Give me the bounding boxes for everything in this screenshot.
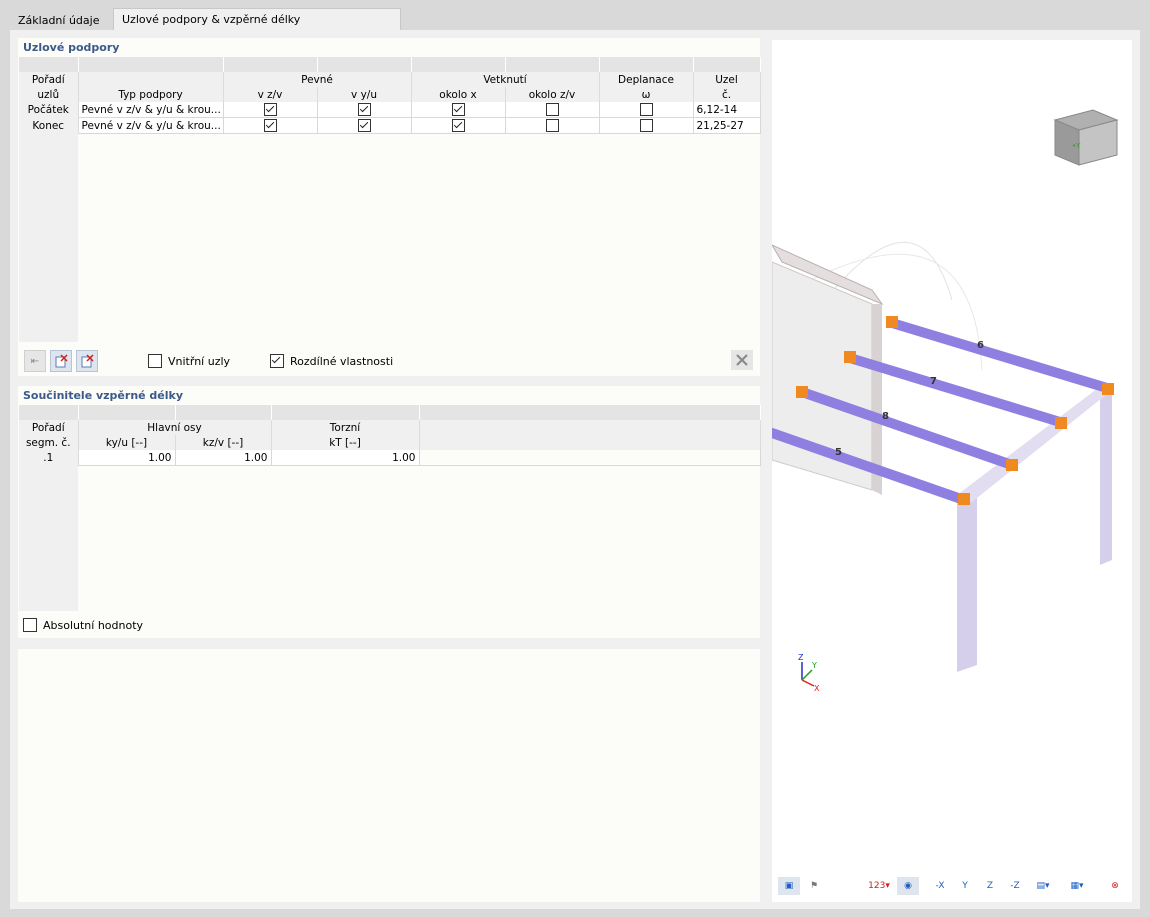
- view-neg-x-icon[interactable]: -X: [929, 877, 951, 895]
- col-node-subheader: č.: [693, 87, 761, 102]
- kz-cell[interactable]: 1.00: [175, 450, 272, 466]
- row-header-strip: [19, 131, 78, 342]
- axis-y-label: Y: [811, 661, 817, 670]
- nodal-supports-toolbar: ⇤: [24, 350, 102, 372]
- tab-basic-data[interactable]: Základní údaje: [10, 10, 128, 30]
- buckling-table: Pořadí Hlavní osy Torzní segm. č. ky/u […: [19, 405, 761, 466]
- view-display-icon[interactable]: ▣: [778, 877, 800, 895]
- table-row[interactable]: Počátek Pevné v z/v & y/u & krou... 6,12…: [19, 102, 761, 118]
- axis-z-label: Z: [798, 653, 804, 662]
- col-fixed-header: Pevné: [223, 72, 412, 87]
- rot-z-checkbox[interactable]: [545, 103, 559, 116]
- rot-x-checkbox[interactable]: [451, 119, 465, 132]
- warping-checkbox[interactable]: [639, 103, 653, 116]
- col-rot-z-header: okolo z/v: [505, 87, 600, 102]
- member-label: 6: [977, 340, 984, 351]
- absolute-values-checkbox[interactable]: [23, 618, 37, 632]
- visibility-icon[interactable]: ◉: [897, 877, 919, 895]
- render-mode-icon[interactable]: ▤▾: [1028, 877, 1058, 895]
- absolute-values-option[interactable]: Absolutní hodnoty: [23, 618, 143, 632]
- view-cube-icon[interactable]: •Y: [1053, 109, 1119, 166]
- axis-triad-icon: Z Y X: [798, 653, 820, 693]
- member-label: 5: [835, 447, 842, 458]
- delete-all-icon[interactable]: [76, 350, 98, 372]
- fixed-vy-checkbox[interactable]: [357, 103, 371, 116]
- view-neg-z-icon[interactable]: -Z: [1004, 877, 1026, 895]
- close-panel-button[interactable]: [731, 350, 753, 370]
- numbering-icon[interactable]: 123▾: [864, 877, 894, 895]
- iso-view-icon[interactable]: ▦▾: [1062, 877, 1092, 895]
- nodal-supports-table: Pořadí Pevné Vetknutí Deplanace Uzel uzl…: [19, 57, 761, 134]
- nodal-supports-title: Uzlové podpory: [23, 41, 120, 54]
- col-order-subheader: uzlů: [19, 87, 79, 102]
- col-node-header: Uzel: [693, 72, 761, 87]
- node-cell[interactable]: 21,25-27: [693, 117, 761, 134]
- col-warping-symbol: ω: [599, 87, 694, 102]
- col-main-axes-header: Hlavní osy: [78, 420, 272, 435]
- row-header-strip: [19, 464, 78, 611]
- dialog-content: Uzlové podpory Pořadí Pevné Vetknutí Dep…: [10, 30, 1140, 909]
- fixed-vy-checkbox[interactable]: [357, 119, 371, 132]
- rot-x-checkbox[interactable]: [451, 103, 465, 116]
- reset-view-icon[interactable]: ⊗: [1104, 877, 1126, 895]
- col-restraint-header: Vetknutí: [411, 72, 600, 87]
- fixed-vz-checkbox[interactable]: [263, 119, 277, 132]
- col-ky-header: ky/u [--]: [78, 435, 176, 450]
- inner-nodes-option[interactable]: Vnitřní uzly: [148, 354, 230, 368]
- view-y-icon[interactable]: Y: [954, 877, 976, 895]
- col-fixed-vy-header: v y/u: [317, 87, 412, 102]
- axis-x-label: X: [814, 684, 820, 693]
- inner-nodes-label: Vnitřní uzly: [168, 354, 231, 368]
- col-fixed-vz-header: v z/v: [223, 87, 318, 102]
- ky-cell[interactable]: 1.00: [78, 450, 176, 466]
- col-segment-order-header: Pořadí: [19, 420, 79, 435]
- col-warping-header: Deplanace: [599, 72, 694, 87]
- model-3d-view[interactable]: •Y 6 7 8 5 Z Y X ▣ ⚑ 123▾ ◉ -X Y Z -Z ▤▾…: [767, 40, 1132, 902]
- col-segment-order-subheader: segm. č.: [19, 435, 79, 450]
- svg-text:•Y: •Y: [1072, 142, 1081, 150]
- tab-nodal-supports-buckling[interactable]: Uzlové podpory & vzpěrné délky: [113, 8, 401, 30]
- different-properties-option[interactable]: Rozdílné vlastnosti: [270, 354, 393, 368]
- rot-z-checkbox[interactable]: [545, 119, 559, 132]
- col-order-header: Pořadí: [19, 72, 79, 87]
- col-torsion-header: Torzní: [271, 420, 420, 435]
- support-type-cell[interactable]: Pevné v z/v & y/u & krou...: [78, 102, 224, 118]
- close-icon: [736, 354, 748, 366]
- member-label: 7: [930, 376, 937, 387]
- table-row[interactable]: .1 1.00 1.00 1.00: [19, 450, 761, 466]
- import-nodes-icon[interactable]: ⇤: [24, 350, 46, 372]
- absolute-values-label: Absolutní hodnoty: [43, 618, 144, 632]
- support-type-cell[interactable]: Pevné v z/v & y/u & krou...: [78, 117, 224, 134]
- warping-checkbox[interactable]: [639, 119, 653, 132]
- col-type-header: Typ podpory: [78, 87, 224, 102]
- model-graphic: •Y 6 7 8 5 Z Y X: [767, 109, 1119, 693]
- table-row[interactable]: Konec Pevné v z/v & y/u & krou... 21,25-…: [19, 117, 761, 134]
- row-order-label: Počátek: [19, 102, 79, 118]
- buckling-title: Součinitele vzpěrné délky: [23, 389, 184, 402]
- delete-row-icon[interactable]: [50, 350, 72, 372]
- node-cell[interactable]: 6,12-14: [693, 102, 761, 118]
- member-label: 8: [882, 411, 889, 422]
- inner-nodes-checkbox[interactable]: [148, 354, 162, 368]
- col-kt-header: kT [--]: [271, 435, 420, 450]
- fixed-vz-checkbox[interactable]: [263, 103, 277, 116]
- view-info-icon[interactable]: ⚑: [804, 877, 824, 895]
- view-z-icon[interactable]: Z: [979, 877, 1001, 895]
- col-rot-x-header: okolo x: [411, 87, 506, 102]
- different-properties-label: Rozdílné vlastnosti: [290, 354, 394, 368]
- kt-cell[interactable]: 1.00: [271, 450, 420, 466]
- buckling-panel: Součinitele vzpěrné délky Pořadí Hlavní …: [18, 386, 761, 638]
- different-properties-checkbox[interactable]: [270, 354, 284, 368]
- col-kz-header: kz/v [--]: [175, 435, 272, 450]
- nodal-supports-panel: Uzlové podpory Pořadí Pevné Vetknutí Dep…: [18, 38, 761, 376]
- details-panel: [18, 649, 760, 902]
